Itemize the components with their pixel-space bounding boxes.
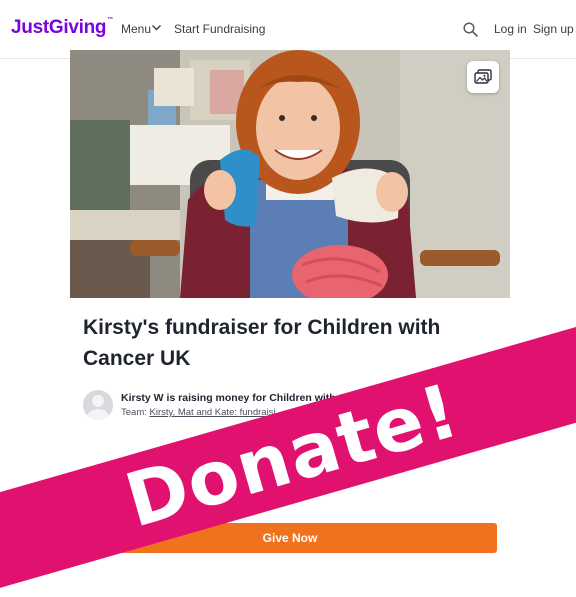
logo-text: JustGiving — [11, 17, 107, 38]
trademark-mark: ™ — [107, 17, 113, 23]
user-silhouette-icon — [87, 395, 109, 420]
login-link[interactable]: Log in — [494, 22, 527, 36]
page-title: Kirsty's fundraiser for Children with Ca… — [83, 316, 441, 370]
justgiving-logo[interactable]: JustGiving™ — [11, 17, 113, 39]
hero-photo — [70, 50, 510, 298]
start-fundraising-link[interactable]: Start Fundraising — [174, 22, 265, 36]
team-prefix: Team: — [121, 407, 147, 418]
signup-link[interactable]: Sign up — [533, 22, 574, 36]
gallery-icon — [474, 69, 492, 84]
chevron-down-icon[interactable] — [151, 22, 162, 33]
search-icon[interactable] — [463, 22, 478, 37]
team-line: Team: Kirsty, Mat and Kate: fundraisi — [121, 407, 276, 418]
menu-button[interactable]: Menu — [121, 22, 151, 36]
gallery-button[interactable] — [467, 61, 499, 93]
avatar — [83, 390, 113, 420]
team-link[interactable]: Kirsty, Mat and Kate: fundraisi — [150, 407, 276, 418]
